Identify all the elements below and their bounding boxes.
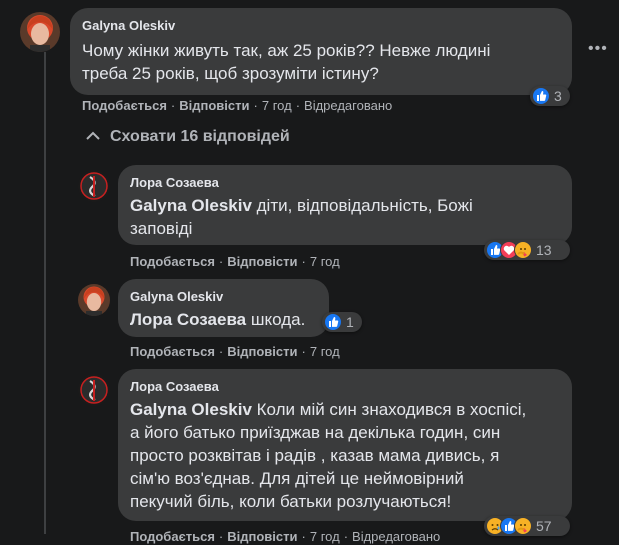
reply-text: Galyna Oleskiv Коли мій син знаходився в… [130,398,566,513]
chevron-up-icon [86,128,102,146]
mention-link[interactable]: Лора Созаева [130,310,246,329]
reaction-count: 13 [536,242,552,258]
reply-text-line: сім'ю воз'єднав. Для дітей це неймовірни… [130,469,464,488]
thread-line [44,114,46,534]
reply-text: Galyna Oleskiv діти, відповідальність, Б… [130,194,560,240]
edited-label: Відредаговано [304,98,393,113]
timestamp[interactable]: 7 год [310,344,340,359]
reaction-summary[interactable]: 3 [530,86,570,106]
thread-line [44,52,46,114]
reply-text: Лора Созаева шкода. [130,308,326,331]
like-reaction-icon [324,313,342,331]
like-button[interactable]: Подобається [82,98,167,113]
like-button[interactable]: Подобається [130,344,215,359]
reaction-count: 3 [554,88,562,104]
care-reaction-icon [514,241,532,259]
reply-button[interactable]: Відповісти [227,254,297,269]
like-button[interactable]: Подобається [130,529,215,544]
reply-bubble: Лора Созаева Galyna Oleskiv діти, відпов… [118,165,572,245]
timestamp[interactable]: 7 год [262,98,292,113]
timestamp[interactable]: 7 год [310,254,340,269]
avatar-galyna[interactable] [20,12,60,52]
reply-actions: Подобається · Відповісти · 7 год [130,344,340,359]
like-reaction-icon [532,87,550,105]
reply-button[interactable]: Відповісти [227,344,297,359]
hide-replies-label: Сховати 16 відповідей [110,128,290,145]
reaction-summary[interactable]: 57 [484,516,570,536]
reply-author[interactable]: Galyna Oleskiv [130,289,223,304]
reply-text-line: Лора Созаева шкода. [130,308,326,331]
reply-actions: Подобається · Відповісти · 7 год [130,254,340,269]
reply-text-line: просто розквітав і радів , казав мама ди… [130,446,500,465]
reply-text-fragment: Коли мій син знаходився в хоспісі, [251,400,527,419]
reply-bubble: Лора Созаева Galyna Oleskiv Коли мій син… [118,369,572,521]
comment-actions: Подобається · Відповісти · 7 год · Відредагова… [82,98,393,113]
avatar-galyna[interactable] [78,284,110,316]
reaction-summary[interactable]: 13 [484,240,570,260]
care-reaction-icon [514,517,532,535]
reply-text-line: Galyna Oleskiv діти, відповідальність, Б… [130,194,560,217]
reply-text-fragment: шкода. [246,310,306,329]
timestamp[interactable]: 7 год [310,529,340,544]
reply-text-line: заповіді [130,219,193,238]
avatar-lora[interactable] [78,170,110,202]
hide-replies-button[interactable]: Сховати 16 відповідей [86,128,290,146]
reply-actions: Подобається · Відповісти · 7 год · Відредагова… [130,529,441,544]
edited-label: Відредаговано [352,529,441,544]
reaction-summary[interactable]: 1 [322,312,362,332]
reply-author[interactable]: Лора Созаева [130,175,219,190]
reply-text-line: Galyna Oleskiv Коли мій син знаходився в… [130,398,566,421]
avatar-lora[interactable] [78,374,110,406]
reply-author[interactable]: Лора Созаева [130,379,219,394]
comment-bubble: Galyna Oleskiv Чому жінки живуть так, аж… [70,8,572,95]
comment-author[interactable]: Galyna Oleskiv [82,18,175,33]
reply-text-line: пекучий біль, коли батьки розлучаються! [130,492,452,511]
reaction-count: 1 [346,314,354,330]
reply-bubble: Galyna Oleskiv Лора Созаева шкода. [118,279,329,337]
more-options-icon[interactable]: ••• [588,40,608,58]
comment-text-line: Чому жінки живуть так, аж 25 років?? Нев… [82,41,491,60]
mention-link[interactable]: Galyna Oleskiv [130,196,252,215]
comment-text: Чому жінки живуть так, аж 25 років?? Нев… [82,39,564,85]
reply-text-line: а його батько приїзджав на декілька годи… [130,423,501,442]
reply-text-fragment: діти, відповідальність, Божі [251,196,473,215]
reply-button[interactable]: Відповісти [227,529,297,544]
like-button[interactable]: Подобається [130,254,215,269]
mention-link[interactable]: Galyna Oleskiv [130,400,252,419]
comment-text-line: треба 25 років, щоб зрозуміти істину? [82,64,379,83]
reaction-count: 57 [536,518,552,534]
reply-button[interactable]: Відповісти [179,98,249,113]
